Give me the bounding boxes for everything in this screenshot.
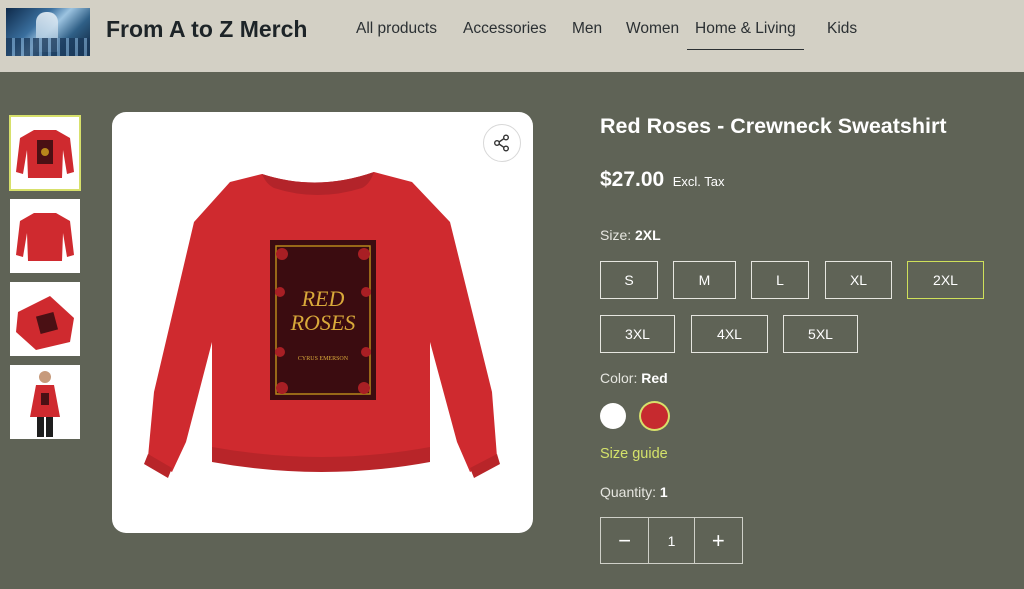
svg-text:ROSES: ROSES <box>290 310 356 335</box>
price-row: $27.00 Excl. Tax <box>600 168 724 192</box>
nav-women[interactable]: Women <box>626 20 679 50</box>
brand-logo[interactable] <box>6 8 90 56</box>
main-product-image[interactable]: RED ROSES CYRUS EMERSON <box>112 112 533 533</box>
color-label: Color: Red <box>600 370 668 386</box>
plus-icon: + <box>711 527 725 553</box>
size-option-2xl[interactable]: 2XL <box>907 261 984 299</box>
share-icon <box>494 134 509 152</box>
share-button[interactable] <box>483 124 521 162</box>
quantity-decrease-button[interactable]: − <box>601 518 648 563</box>
size-option-l[interactable]: L <box>751 261 809 299</box>
quantity-increase-button[interactable]: + <box>695 518 742 563</box>
color-swatch-white[interactable] <box>600 403 626 429</box>
size-option-s[interactable]: S <box>600 261 658 299</box>
nav-kids[interactable]: Kids <box>827 20 857 50</box>
thumbnail-front[interactable] <box>9 115 81 191</box>
nav-home-living[interactable]: Home & Living <box>687 20 804 50</box>
size-label: Size: 2XL <box>600 227 661 243</box>
quantity-value-label: 1 <box>659 484 668 500</box>
quantity-label: Quantity: 1 <box>600 484 668 500</box>
nav-all-products[interactable]: All products <box>356 20 437 50</box>
tax-note: Excl. Tax <box>672 174 725 189</box>
sweatshirt-illustration: RED ROSES CYRUS EMERSON <box>144 172 500 478</box>
thumbnail-folded[interactable] <box>10 282 80 356</box>
selected-color: Red <box>641 370 668 386</box>
thumbnail-model[interactable] <box>10 365 80 439</box>
nav-accessories[interactable]: Accessories <box>463 20 547 50</box>
selected-size: 2XL <box>635 227 661 243</box>
minus-icon: − <box>618 527 632 553</box>
product-title: Red Roses - Crewneck Sweatshirt <box>600 114 947 138</box>
site-header: From A to Z Merch All products Accessori… <box>0 0 1024 72</box>
size-option-3xl[interactable]: 3XL <box>600 315 675 353</box>
size-option-xl[interactable]: XL <box>825 261 892 299</box>
size-guide-link[interactable]: Size guide <box>600 446 668 462</box>
quantity-input[interactable]: 1 <box>648 518 695 563</box>
design-author: CYRUS EMERSON <box>298 356 349 362</box>
design-title: RED <box>301 286 345 311</box>
thumbnail-back[interactable] <box>10 199 80 273</box>
size-option-5xl[interactable]: 5XL <box>783 315 858 353</box>
color-swatch-red[interactable] <box>641 403 668 429</box>
size-option-m[interactable]: M <box>673 261 736 299</box>
nav-men[interactable]: Men <box>572 20 602 50</box>
size-option-4xl[interactable]: 4XL <box>691 315 768 353</box>
product-price: $27.00 <box>600 168 665 191</box>
quantity-stepper: − 1 + <box>600 517 743 564</box>
brand-name[interactable]: From A to Z Merch <box>106 16 307 43</box>
